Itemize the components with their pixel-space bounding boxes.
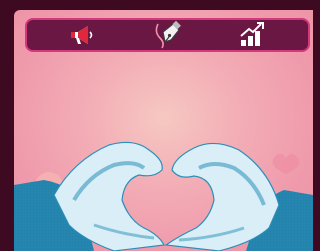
app-frame: [0, 0, 313, 251]
decorative-heart-icon: [272, 154, 300, 174]
growth-button[interactable]: [232, 20, 272, 50]
pen-nib-icon: [156, 20, 182, 49]
toolbar: [25, 18, 310, 52]
megaphone-icon: [71, 26, 93, 44]
announce-button[interactable]: [63, 20, 103, 50]
main-panel: [14, 10, 313, 251]
growth-chart-icon: [240, 22, 264, 46]
write-button[interactable]: [147, 20, 187, 50]
